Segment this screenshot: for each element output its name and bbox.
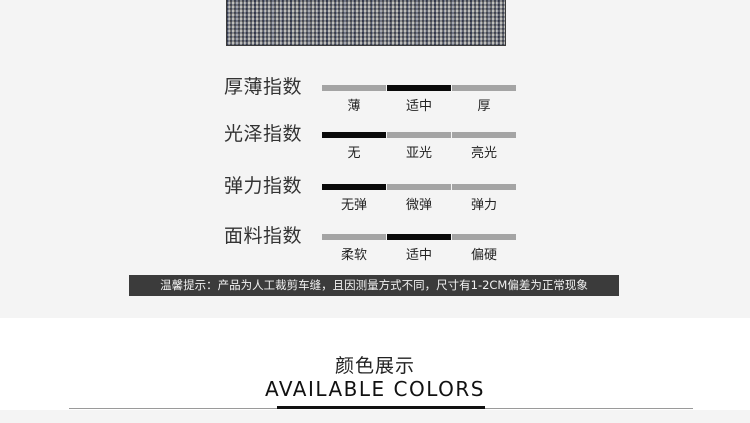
rating-bar-segment [322,132,386,138]
section-title-underline [277,406,485,409]
rating-label: 面料指数 [224,225,303,247]
section-title-en: AVAILABLE COLORS [265,377,485,401]
fabric-swatch-image [226,0,506,46]
color-showcase-panel [0,410,750,423]
rating-bar-segment [322,234,386,240]
rating-bar-segment [452,184,516,190]
rating-thickness: 厚薄指数 薄 适中 厚 [0,76,750,125]
rating-option: 弹力 [470,198,497,213]
rating-bar-segment [387,85,451,91]
size-notice-banner: 温馨提示：产品为人工裁剪车缝，且因测量方式不同，尺寸有1-2CM偏差为正常现象 [129,275,619,296]
rating-option: 适中 [405,99,432,114]
rating-option: 柔软 [340,248,367,263]
rating-option: 偏硬 [470,248,497,263]
rating-option: 适中 [405,248,432,263]
rating-label: 厚薄指数 [224,76,303,98]
rating-bar-segment [322,85,386,91]
rating-bar-segment [387,234,451,240]
rating-option: 亮光 [470,146,497,161]
product-detail-panel: 厚薄指数 薄 适中 厚 光泽指数 无 亚光 亮光 弹力指数 无弹 微弹 弹力 面… [0,0,750,318]
rating-option: 无弹 [340,198,367,213]
rating-label: 弹力指数 [224,175,303,197]
rating-option: 无 [347,146,361,161]
rating-bar-segment [322,184,386,190]
rating-option: 厚 [477,99,491,114]
rating-bar-segment [387,132,451,138]
rating-bar-segment [387,184,451,190]
rating-bar-segment [452,85,516,91]
rating-fabric-feel: 面料指数 柔软 适中 偏硬 [0,225,750,274]
rating-bar-segment [452,132,516,138]
rating-bar-segment [452,234,516,240]
section-title-cn: 颜色展示 [334,355,415,377]
rating-option: 薄 [347,99,361,114]
rating-elasticity: 弹力指数 无弹 微弹 弹力 [0,175,750,224]
rating-gloss: 光泽指数 无 亚光 亮光 [0,123,750,172]
rating-label: 光泽指数 [224,123,303,145]
rating-option: 亚光 [405,146,432,161]
rating-option: 微弹 [405,198,432,213]
